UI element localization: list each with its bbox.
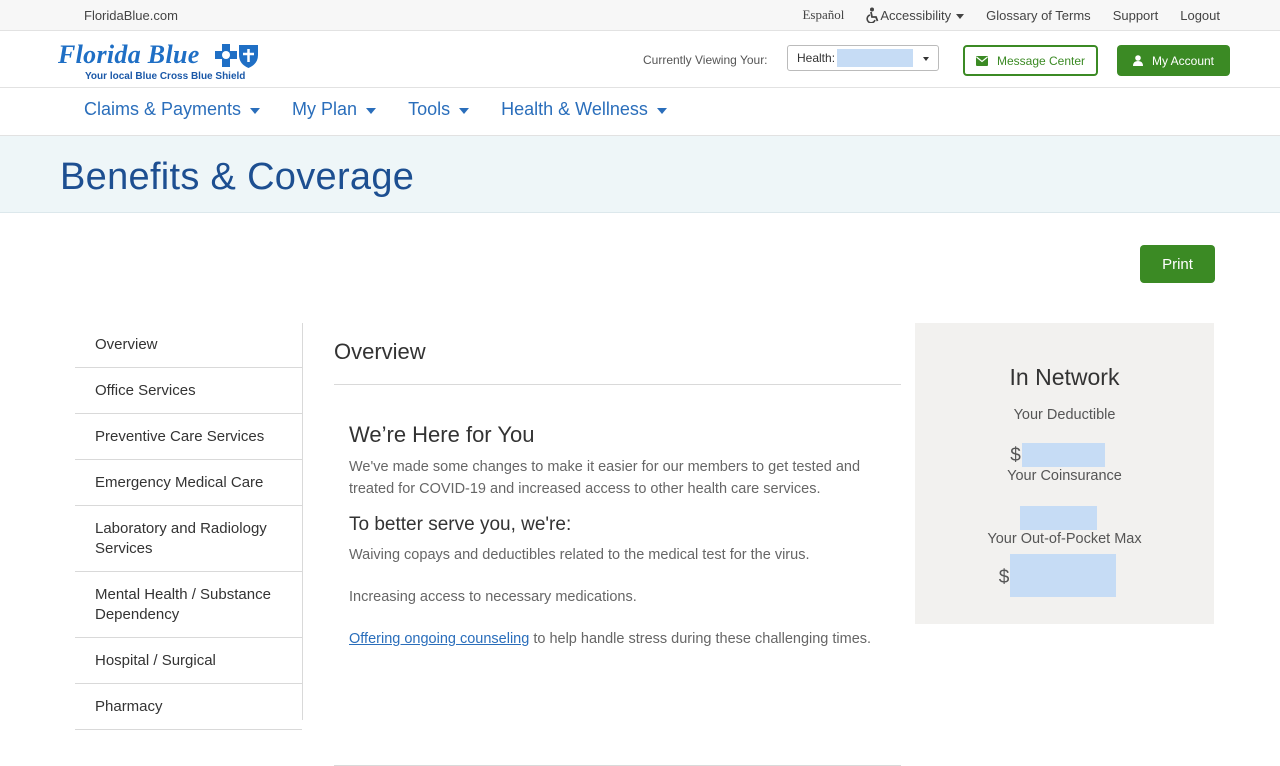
chevron-down-icon — [459, 107, 470, 114]
sidebar-item-lab-radiology[interactable]: Laboratory and Radiology Services — [75, 506, 302, 572]
sidebar-item-office-services[interactable]: Office Services — [75, 368, 302, 414]
logo-tagline: Your local Blue Cross Blue Shield — [85, 71, 246, 82]
covid-notice-card: We’re Here for You We've made some chang… — [334, 385, 901, 766]
oop-max-value: $ — [901, 554, 1214, 597]
deductible-value: $ — [901, 443, 1214, 467]
main-content: Overview We’re Here for You We've made s… — [334, 323, 901, 766]
espanol-link[interactable]: Español — [802, 7, 844, 23]
page-title: Benefits & Coverage — [60, 156, 415, 198]
print-button[interactable]: Print — [1140, 245, 1215, 283]
nav-my-plan[interactable]: My Plan — [292, 99, 377, 120]
envelope-icon — [975, 55, 988, 66]
logout-link[interactable]: Logout — [1180, 8, 1220, 23]
counseling-link[interactable]: Offering ongoing counseling — [349, 631, 529, 647]
redacted-coinsurance — [1020, 506, 1097, 530]
utility-links: Español Accessibility Glossary of Terms … — [780, 7, 1220, 23]
chevron-down-icon — [956, 13, 965, 19]
glossary-link[interactable]: Glossary of Terms — [986, 8, 1091, 23]
site-header: Florida Blue Your local Blue Cross Blue … — [0, 31, 1280, 88]
nav-tools[interactable]: Tools — [408, 99, 470, 120]
nav-health-wellness[interactable]: Health & Wellness — [501, 99, 667, 120]
redacted-deductible — [1021, 443, 1105, 467]
user-icon — [1132, 55, 1143, 66]
plan-select-label: Health: — [797, 51, 836, 65]
deductible-label: Your Deductible — [1013, 407, 1116, 423]
card-intro: We've made some changes to make it easie… — [349, 459, 861, 497]
card-title: We’re Here for You — [349, 422, 535, 447]
chevron-down-icon — [656, 107, 667, 114]
chevron-down-icon — [923, 57, 929, 61]
florida-blue-logo[interactable]: Florida Blue Your local Blue Cross Blue … — [58, 40, 268, 84]
coinsurance-label: Your Coinsurance — [1007, 468, 1122, 484]
nav-label: Claims & Payments — [84, 99, 242, 119]
card-point-counseling: Offering ongoing counseling to help hand… — [349, 628, 886, 650]
counseling-text: to help handle stress during these chall… — [529, 631, 872, 647]
in-network-summary: In Network Your Deductible $ Your Coinsu… — [915, 323, 1214, 624]
sidebar-item-overview[interactable]: Overview — [75, 323, 302, 368]
sidebar-item-pharmacy[interactable]: Pharmacy — [75, 684, 302, 730]
benefits-sidebar: Overview Office Services Preventive Care… — [75, 323, 303, 730]
chevron-down-icon — [250, 107, 261, 114]
nav-label: My Plan — [292, 99, 358, 119]
sidebar-item-preventive-care[interactable]: Preventive Care Services — [75, 414, 302, 460]
card-point-medications: Increasing access to necessary medicatio… — [349, 589, 637, 605]
utility-bar: FloridaBlue.com Español Accessibility Gl… — [0, 0, 1280, 31]
card-subheading: To better serve you, we're: — [349, 514, 572, 535]
support-link[interactable]: Support — [1113, 8, 1159, 23]
oop-max-label: Your Out-of-Pocket Max — [987, 531, 1142, 547]
accessibility-label: Accessibility — [880, 7, 952, 23]
logo-wordmark: Florida Blue — [58, 40, 200, 69]
sidebar-item-mental-health[interactable]: Mental Health / Substance Dependency — [75, 572, 302, 638]
sidebar-item-emergency-care[interactable]: Emergency Medical Care — [75, 460, 302, 506]
currency-symbol: $ — [1010, 445, 1021, 466]
accessibility-icon — [866, 7, 879, 23]
redacted-oop-max — [1010, 554, 1117, 597]
main-nav: Claims & Payments My Plan Tools Health &… — [0, 88, 1280, 136]
sidebar-item-hospital-surgical[interactable]: Hospital / Surgical — [75, 638, 302, 684]
nav-label: Health & Wellness — [501, 99, 648, 119]
bcbs-marks-icon — [215, 43, 259, 69]
card-point-copays: Waiving copays and deductibles related t… — [349, 547, 810, 563]
viewing-label: Currently Viewing Your: — [643, 53, 768, 67]
site-link[interactable]: FloridaBlue.com — [84, 8, 178, 23]
redacted-plan-name — [837, 49, 914, 67]
section-heading: Overview — [334, 323, 901, 385]
currency-symbol: $ — [998, 567, 1010, 588]
network-title: In Network — [1009, 364, 1120, 390]
plan-select[interactable]: Health: — [787, 45, 939, 71]
chevron-down-icon — [366, 107, 377, 114]
message-center-label: Message Center — [996, 53, 1086, 68]
accessibility-menu[interactable]: Accessibility — [866, 7, 965, 23]
my-account-label: My Account — [1151, 53, 1215, 68]
message-center-button[interactable]: Message Center — [963, 45, 1098, 76]
my-account-button[interactable]: My Account — [1117, 45, 1230, 76]
nav-label: Tools — [408, 99, 451, 119]
nav-claims-payments[interactable]: Claims & Payments — [84, 99, 261, 120]
page-title-band: Benefits & Coverage — [0, 136, 1280, 213]
coinsurance-value — [903, 506, 1214, 530]
